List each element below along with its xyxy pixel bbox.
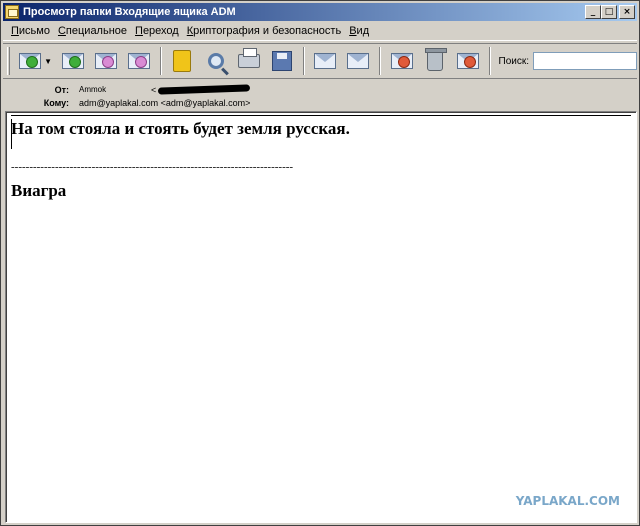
receive-mail-icon — [18, 53, 41, 69]
watermark: YAPLAKAL.COM — [515, 494, 620, 508]
mark-spam-button[interactable] — [387, 46, 416, 76]
toolbar-separator — [159, 47, 162, 75]
message-text-line1: На том стояла и стоять будет земля русск… — [11, 119, 350, 138]
to-value[interactable]: adm@yaplakal.com <adm@yaplakal.com> — [79, 98, 250, 108]
print-button[interactable] — [234, 46, 263, 76]
menu-item-go[interactable]: Переход — [135, 25, 179, 37]
delete-message-button[interactable] — [453, 46, 482, 76]
magnifier-icon — [207, 53, 224, 69]
from-label: От: — [54, 84, 69, 95]
menu-bar: Письмо Специальное Переход Криптография … — [3, 22, 637, 41]
forward-button[interactable] — [91, 46, 120, 76]
save-button[interactable] — [267, 46, 296, 76]
find-button[interactable] — [201, 46, 230, 76]
menu-item-crypto[interactable]: Криптография и безопасность — [187, 25, 341, 37]
receive-mail-button[interactable] — [15, 46, 44, 76]
address-book-icon — [173, 50, 192, 72]
body-top-rule — [11, 115, 631, 116]
search-label: Поиск: — [498, 55, 530, 67]
window-controls: _ □ × — [585, 5, 635, 19]
address-book-button[interactable] — [168, 46, 197, 76]
chevron-down-icon[interactable]: ▼ — [44, 57, 52, 66]
spam-icon — [390, 53, 413, 69]
previous-message-icon — [314, 53, 337, 69]
close-button[interactable]: × — [619, 5, 635, 19]
toolbar: ▼ Поиск: — [3, 43, 638, 79]
message-body[interactable]: На том стояла и стоять будет земля русск… — [6, 112, 636, 522]
reply-all-icon — [61, 53, 84, 69]
redirect-icon — [128, 53, 151, 69]
redirect-button[interactable] — [125, 46, 154, 76]
mail-viewer-window: Просмотр папки Входящие ящика ADM _ □ × … — [0, 0, 640, 526]
toolbar-grip[interactable] — [7, 47, 10, 75]
to-row: Кому: adm@yaplakal.com <adm@yaplakal.com… — [3, 96, 251, 109]
minimize-button[interactable]: _ — [585, 5, 601, 19]
delete-message-icon — [456, 53, 479, 69]
folder-icon — [5, 5, 19, 19]
reply-all-button[interactable] — [58, 46, 87, 76]
next-message-icon — [347, 53, 370, 69]
window-title: Просмотр папки Входящие ящика ADM — [23, 6, 236, 18]
search-input[interactable] — [533, 52, 638, 70]
message-text-line2: Виагра — [11, 181, 67, 200]
toolbar-separator — [378, 47, 381, 75]
toolbar-separator — [302, 47, 305, 75]
redacted-email — [158, 84, 251, 95]
toolbar-separator — [488, 47, 491, 75]
trash-icon — [424, 48, 447, 71]
previous-message-button[interactable] — [311, 46, 340, 76]
to-label: Кому: — [43, 97, 69, 108]
menu-item-view[interactable]: Вид — [349, 25, 369, 37]
message-body-frame: На том стояла и стоять будет земля русск… — [5, 111, 637, 523]
save-disk-icon — [271, 51, 292, 71]
delete-button[interactable] — [420, 46, 449, 76]
next-message-button[interactable] — [344, 46, 373, 76]
from-row: От: Ammok < — [3, 83, 251, 96]
title-bar: Просмотр папки Входящие ящика ADM _ □ × — [3, 3, 637, 21]
from-email-bracket: < — [151, 84, 157, 95]
forward-icon — [94, 53, 117, 69]
menu-item-special[interactable]: Специальное — [58, 25, 127, 37]
printer-icon — [237, 48, 260, 68]
menu-item-letter[interactable]: Письмо — [11, 25, 50, 37]
maximize-button[interactable]: □ — [601, 5, 617, 19]
message-divider-dashes: ----------------------------------------… — [11, 161, 294, 173]
from-name: Ammok — [79, 85, 107, 94]
message-headers: От: Ammok < Кому: adm@yaplakal.com <adm@… — [3, 81, 637, 109]
